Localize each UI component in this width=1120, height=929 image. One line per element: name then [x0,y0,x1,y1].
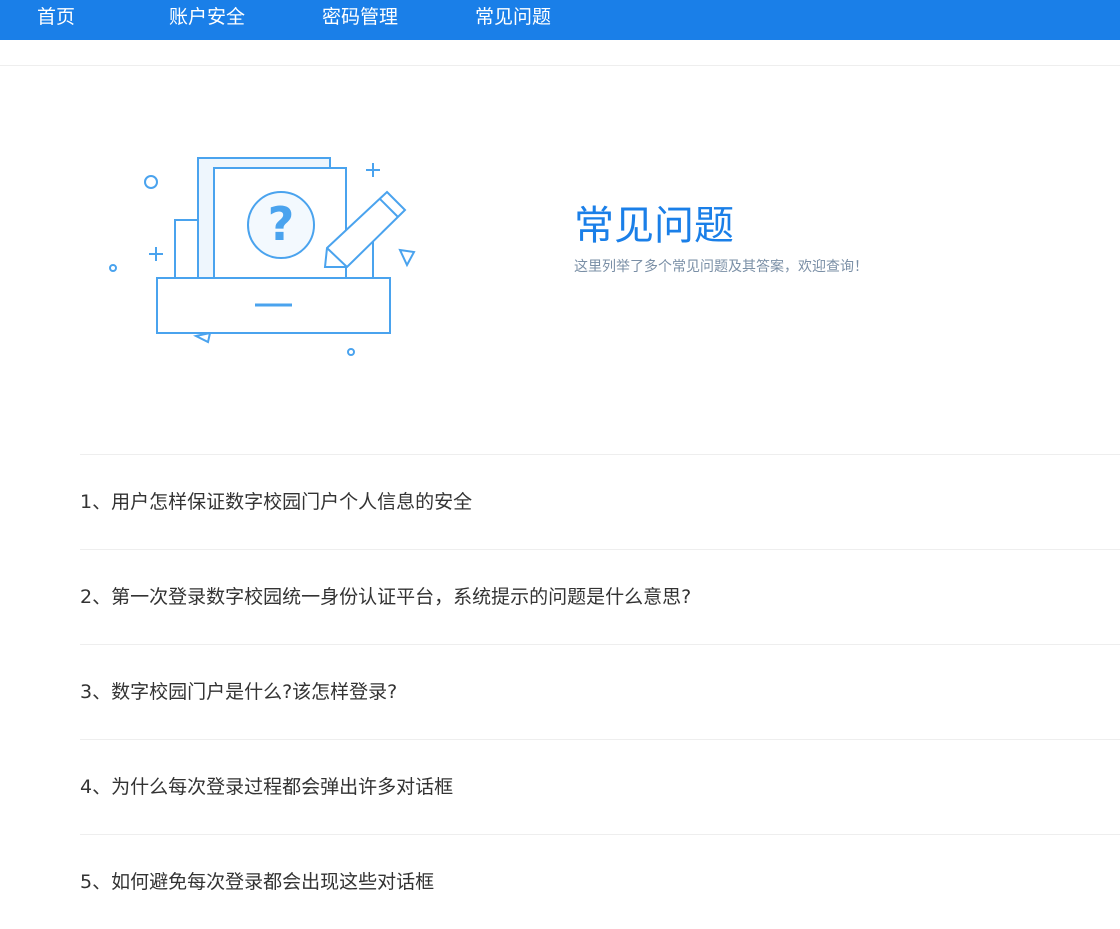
header-divider [0,65,1120,66]
faq-question-text: 4、为什么每次登录过程都会弹出许多对话框 [80,776,454,798]
svg-text:?: ? [268,197,295,251]
faq-item-3[interactable]: 3、数字校园门户是什么?该怎样登录? [80,644,1120,739]
faq-item-2[interactable]: 2、第一次登录数字校园统一身份认证平台，系统提示的问题是什么意思? [80,549,1120,644]
faq-question-text: 3、数字校园门户是什么?该怎样登录? [80,681,398,703]
nav-item-faq[interactable]: 常见问题 [475,3,551,31]
faq-question-text: 2、第一次登录数字校园统一身份认证平台，系统提示的问题是什么意思? [80,586,692,608]
faq-item-4[interactable]: 4、为什么每次登录过程都会弹出许多对话框 [80,739,1120,834]
faq-item-1[interactable]: 1、用户怎样保证数字校园门户个人信息的安全 [80,454,1120,549]
question-document-icon: ? [109,157,416,356]
nav-item-account-security[interactable]: 账户安全 [169,3,245,31]
page-title: 常见问题 [574,203,734,249]
nav-item-home[interactable]: 首页 [37,3,75,31]
top-nav-bar: 首页 账户安全 密码管理 常见问题 [0,0,1120,40]
faq-item-5[interactable]: 5、如何避免每次登录都会出现这些对话框 [80,834,1120,929]
page-subtitle: 这里列举了多个常见问题及其答案，欢迎查询！ [574,259,868,275]
nav-item-password-management[interactable]: 密码管理 [322,3,398,31]
faq-list: 1、用户怎样保证数字校园门户个人信息的安全 2、第一次登录数字校园统一身份认证平… [80,454,1120,929]
faq-question-text: 1、用户怎样保证数字校园门户个人信息的安全 [80,491,473,513]
faq-question-text: 5、如何避免每次登录都会出现这些对话框 [80,871,435,893]
